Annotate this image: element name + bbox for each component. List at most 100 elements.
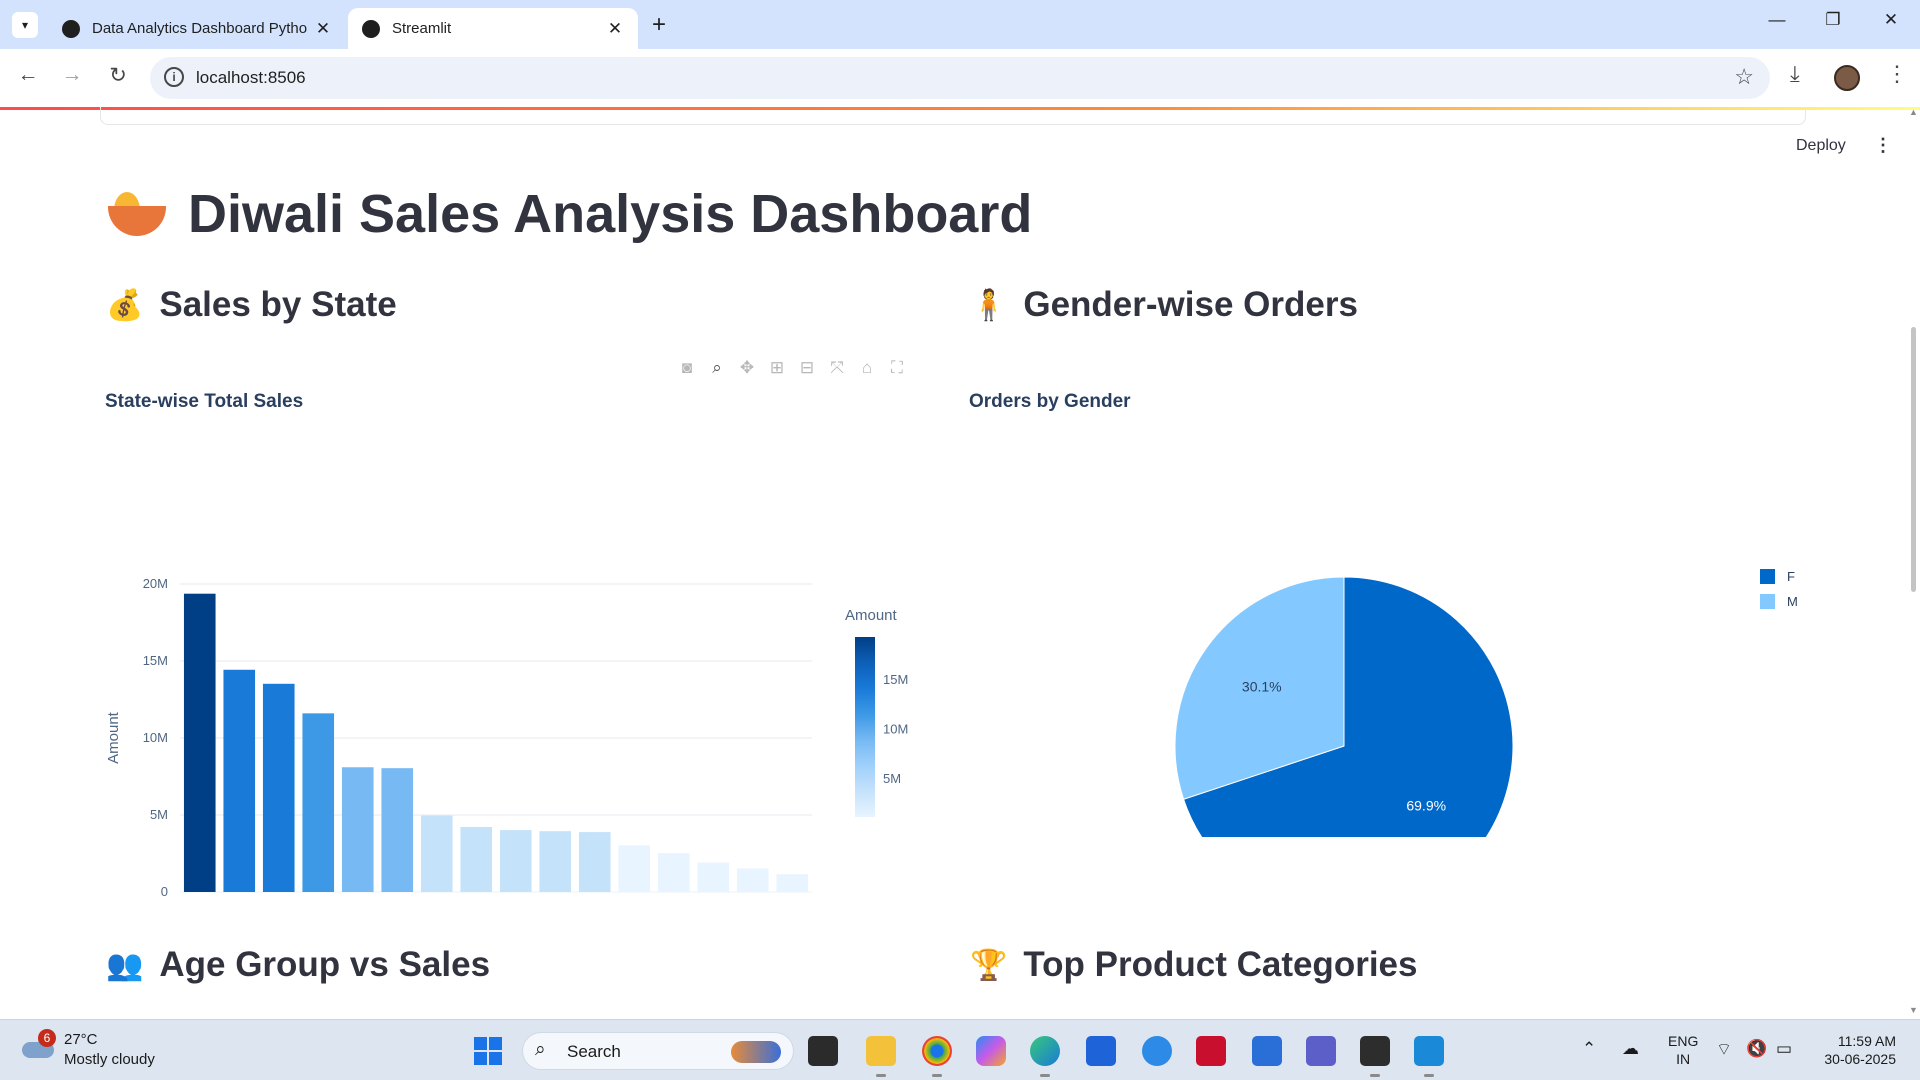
store-icon[interactable] bbox=[1252, 1036, 1282, 1066]
windows-taskbar: 6 27°C Mostly cloudy ⌕ Search ⌃ ☁ ENG IN… bbox=[0, 1019, 1920, 1080]
search-icon: ⌕ bbox=[535, 1039, 546, 1060]
scroll-up-icon[interactable]: ▲ bbox=[1909, 107, 1918, 117]
copilot-icon[interactable] bbox=[976, 1036, 1006, 1066]
system-clock[interactable]: 11:59 AM 30-06-2025 bbox=[1818, 1032, 1896, 1068]
fullscreen-icon[interactable]: ⛶ bbox=[882, 358, 912, 378]
star-icon[interactable]: ☆ bbox=[1734, 64, 1754, 90]
back-button[interactable]: ← bbox=[14, 63, 42, 87]
legend-swatch bbox=[1760, 594, 1775, 609]
browser-tab-bar: ▾ Data Analytics Dashboard Pytho ✕ Strea… bbox=[0, 0, 1920, 49]
colorbar-tick-label: 10M bbox=[883, 722, 908, 737]
scroll-down-icon[interactable]: ▼ bbox=[1909, 1005, 1918, 1015]
lang-region: IN bbox=[1676, 1051, 1691, 1067]
colorbar-title: Amount bbox=[845, 607, 898, 624]
pan-icon[interactable]: ✥ bbox=[732, 358, 762, 378]
edge-icon[interactable] bbox=[1030, 1036, 1060, 1077]
tab-search-button[interactable]: ▾ bbox=[12, 12, 38, 38]
tab-title: Data Analytics Dashboard Pytho bbox=[92, 20, 308, 37]
forward-button[interactable]: → bbox=[58, 63, 86, 87]
restore-button[interactable]: ❐ bbox=[1818, 10, 1848, 30]
site-info-icon[interactable]: i bbox=[164, 67, 184, 87]
bar bbox=[223, 669, 256, 892]
page-title-text: Diwali Sales Analysis Dashboard bbox=[188, 184, 1033, 244]
camera-icon[interactable]: ◙ bbox=[672, 358, 702, 378]
section-header-categories: 🏆 Top Product Categories bbox=[970, 945, 1417, 985]
section-title: Gender-wise Orders bbox=[1023, 285, 1358, 324]
taskbar-search[interactable]: ⌕ Search bbox=[522, 1032, 794, 1070]
teams-icon[interactable] bbox=[1306, 1036, 1336, 1066]
tab-streamlit[interactable]: Streamlit ✕ bbox=[348, 8, 638, 49]
minimize-button[interactable]: — bbox=[1762, 10, 1792, 30]
search-label: Search bbox=[567, 1042, 621, 1061]
y-tick-label: 20M bbox=[143, 576, 168, 591]
page-scrollbar[interactable]: ▲ ▼ bbox=[1906, 107, 1920, 1019]
streamlit-favicon-icon bbox=[362, 19, 380, 38]
folder-icon[interactable] bbox=[866, 1036, 896, 1077]
myhp-icon[interactable] bbox=[1086, 1036, 1116, 1066]
mcafee-icon[interactable] bbox=[1196, 1036, 1226, 1066]
close-window-button[interactable]: ✕ bbox=[1876, 10, 1906, 30]
section-title: Age Group vs Sales bbox=[159, 945, 491, 984]
zoom-icon[interactable]: ⌕ bbox=[702, 358, 732, 378]
reload-button[interactable]: ↻ bbox=[104, 63, 132, 88]
weather-desc[interactable]: Mostly cloudy bbox=[64, 1051, 155, 1068]
close-icon[interactable]: ✕ bbox=[606, 19, 624, 39]
url-omnibox[interactable]: i localhost:8506 ☆ bbox=[150, 57, 1770, 99]
clock-date: 30-06-2025 bbox=[1824, 1051, 1896, 1067]
section-header-age: 👥 Age Group vs Sales bbox=[106, 945, 490, 985]
wifi-icon[interactable]: ⌔ bbox=[1716, 1039, 1732, 1060]
autoscale-icon[interactable]: ⤧ bbox=[822, 358, 852, 378]
language-indicator[interactable]: ENG IN bbox=[1668, 1032, 1698, 1068]
colorbar bbox=[855, 637, 875, 817]
main-menu-icon[interactable]: ⋮ bbox=[1874, 135, 1892, 156]
y-axis-title: Amount bbox=[105, 711, 122, 764]
gender-pie-chart[interactable]: 69.9% 30.1% FM bbox=[960, 437, 1820, 837]
profile-avatar[interactable] bbox=[1834, 65, 1860, 91]
zoom-out-icon[interactable]: ⊟ bbox=[792, 358, 822, 378]
arrow-left-icon: ← bbox=[17, 63, 39, 86]
person-icon: 🧍 bbox=[970, 288, 1008, 322]
arrow-right-icon: → bbox=[61, 63, 83, 86]
state-sales-bar-chart[interactable]: 05M10M15M20MAmountUttar PradeshMaharasht… bbox=[100, 437, 960, 897]
terminal-icon[interactable] bbox=[1360, 1036, 1390, 1077]
colorbar-tick-label: 5M bbox=[883, 771, 901, 786]
task-view-icon[interactable] bbox=[808, 1036, 838, 1066]
chevron-up-icon[interactable]: ⌃ bbox=[1582, 1039, 1596, 1059]
bar bbox=[302, 713, 335, 892]
bar bbox=[460, 827, 493, 892]
battery-icon[interactable]: ▭ bbox=[1776, 1039, 1792, 1059]
top-container bbox=[100, 107, 1806, 125]
scroll-thumb[interactable] bbox=[1911, 327, 1916, 592]
home-icon[interactable]: ⌂ bbox=[852, 358, 882, 378]
tab-title: Streamlit bbox=[392, 20, 452, 37]
download-icon[interactable]: ⤓ bbox=[1790, 61, 1800, 87]
page-title: Diwali Sales Analysis Dashboard bbox=[108, 183, 1032, 245]
onedrive-cloud-icon[interactable]: ☁ bbox=[1622, 1039, 1639, 1059]
chevron-down-icon: ▾ bbox=[21, 18, 29, 32]
kebab-icon[interactable]: ⋮ bbox=[1886, 61, 1908, 87]
weather-temp[interactable]: 27°C bbox=[64, 1031, 98, 1048]
chrome-icon[interactable] bbox=[922, 1036, 952, 1077]
chart-title-state: State-wise Total Sales bbox=[105, 391, 304, 412]
search-highlight-art bbox=[731, 1041, 781, 1063]
bar bbox=[657, 853, 690, 892]
bar bbox=[262, 683, 295, 892]
streamlit-app: Deploy ⋮ Diwali Sales Analysis Dashboard… bbox=[0, 107, 1920, 1019]
help-icon[interactable] bbox=[1142, 1036, 1172, 1066]
zoom-in-icon[interactable]: ⊞ bbox=[762, 358, 792, 378]
openai-favicon-icon bbox=[62, 19, 80, 38]
chart-title-gender: Orders by Gender bbox=[969, 391, 1131, 412]
bar bbox=[618, 845, 651, 892]
trophy-icon: 🏆 bbox=[970, 948, 1008, 982]
new-tab-button[interactable]: + bbox=[652, 11, 666, 39]
deploy-button[interactable]: Deploy bbox=[1796, 137, 1846, 155]
legend-swatch bbox=[1760, 569, 1775, 584]
url-text[interactable]: localhost:8506 bbox=[196, 68, 306, 88]
close-icon[interactable]: ✕ bbox=[314, 19, 332, 39]
legend-label: F bbox=[1787, 569, 1795, 584]
volume-muted-icon[interactable]: 🔇 bbox=[1746, 1039, 1767, 1059]
windows-start-icon[interactable] bbox=[474, 1037, 502, 1065]
pie-value-label: 69.9% bbox=[1406, 797, 1446, 813]
tab-data-analytics[interactable]: Data Analytics Dashboard Pytho ✕ bbox=[48, 8, 346, 49]
vscode-icon[interactable] bbox=[1414, 1036, 1444, 1077]
